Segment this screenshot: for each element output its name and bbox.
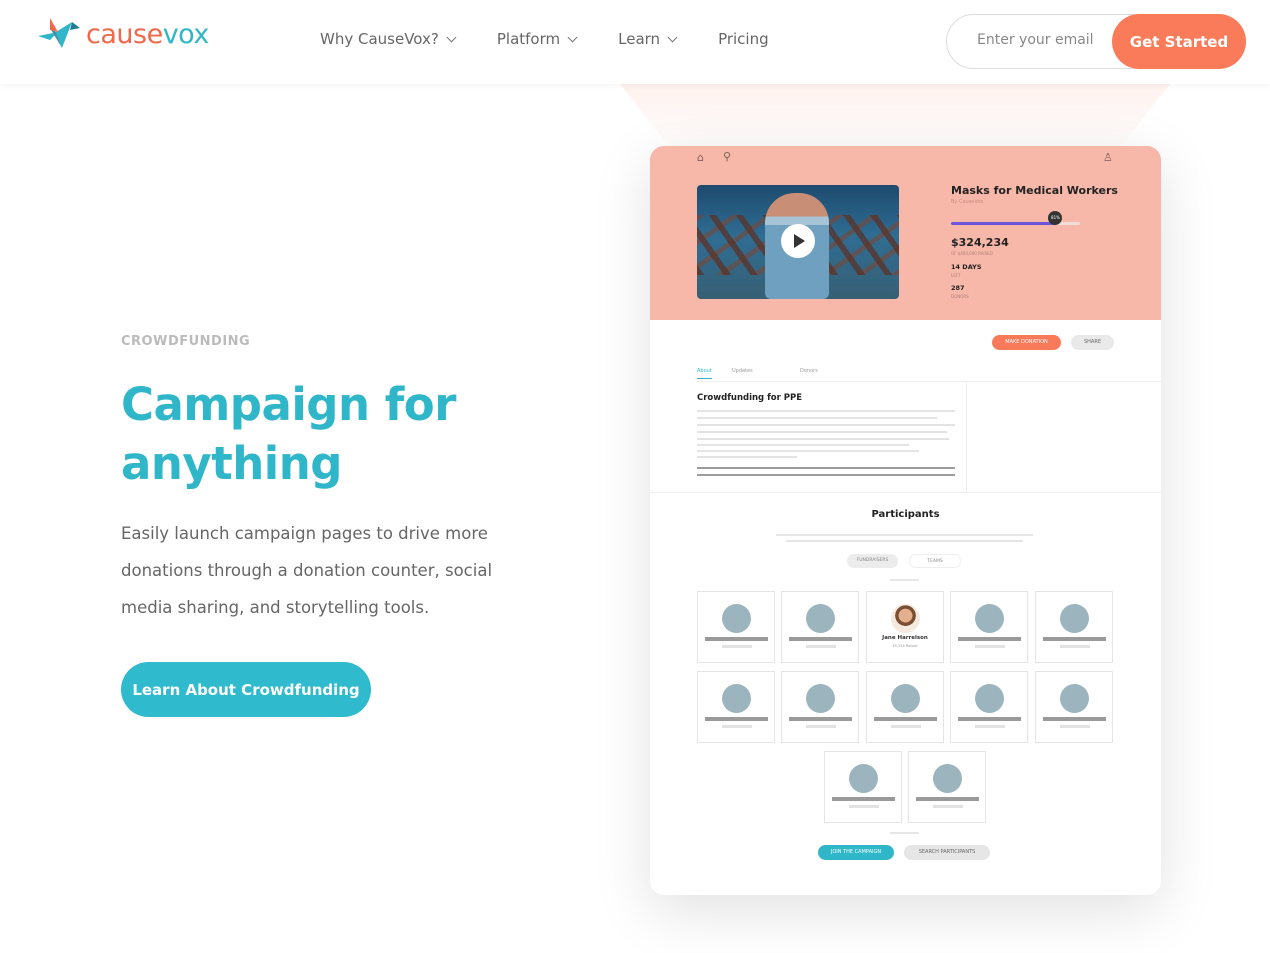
campaign-by: By CauseVox — [951, 199, 984, 205]
donor-sub: DONORS — [951, 294, 969, 299]
avatar — [722, 684, 751, 713]
campaign-title: Masks for Medical Workers — [951, 184, 1118, 197]
avatar-photo — [891, 604, 920, 633]
text-placeholder — [697, 467, 955, 469]
donor-count: 287 — [951, 284, 965, 292]
join-campaign-button[interactable]: JOIN THE CAMPAIGN — [818, 845, 894, 860]
progress-fill — [951, 222, 1056, 225]
text-placeholder — [697, 450, 919, 452]
text-placeholder — [697, 417, 937, 419]
campaign-page-mockup: ⌂ ⚲ ♙ Masks for Medical Workers By Cause… — [650, 146, 1161, 895]
tab-about[interactable]: About — [697, 368, 712, 379]
home-icon: ⌂ — [697, 151, 704, 164]
bird-logo-icon — [38, 18, 80, 48]
user-icon: ♙ — [1103, 151, 1113, 164]
text-placeholder — [697, 431, 947, 433]
nav-platform[interactable]: Platform — [497, 30, 578, 48]
get-started-button[interactable]: Get Started — [1112, 14, 1246, 69]
text-placeholder — [697, 410, 955, 412]
email-signup: Get Started — [946, 14, 1246, 69]
avatar — [806, 684, 835, 713]
participant-card[interactable] — [908, 751, 986, 823]
chevron-down-icon — [667, 32, 678, 42]
nav-pricing[interactable]: Pricing — [718, 30, 769, 48]
logo-wordmark: causevox — [86, 18, 209, 50]
avatar — [1060, 604, 1089, 633]
avatar — [849, 764, 878, 793]
participant-card[interactable] — [824, 751, 902, 823]
about-title: Crowdfunding for PPE — [697, 393, 803, 403]
tab-updates[interactable]: Updates — [732, 368, 753, 374]
campaign-tabs: About Updates Donors — [697, 368, 1161, 382]
hero-eyebrow: CROWDFUNDING — [121, 334, 251, 349]
avatar — [806, 604, 835, 633]
text-placeholder — [697, 456, 797, 458]
tab-donors[interactable]: Donors — [800, 368, 818, 374]
causevox-logo[interactable]: causevox — [36, 18, 209, 50]
avatar — [1060, 684, 1089, 713]
chevron-down-icon — [567, 32, 578, 42]
participant-card-featured[interactable]: Jane Harrelson $5,324 Raised — [866, 591, 944, 663]
site-header: causevox Why CauseVox? Platform Learn Pr… — [0, 0, 1270, 84]
participants-title: Participants — [871, 509, 940, 520]
make-donation-button[interactable]: MAKE DONATION — [992, 335, 1061, 350]
nav-learn[interactable]: Learn — [618, 30, 678, 48]
text-placeholder — [697, 444, 909, 446]
hero-description: Easily launch campaign pages to drive mo… — [121, 524, 493, 617]
avatar — [722, 604, 751, 633]
amount-raised: $324,234 — [951, 236, 1009, 249]
share-button[interactable]: SHARE — [1071, 335, 1114, 350]
text-placeholder — [786, 540, 1023, 542]
main-nav: Why CauseVox? Platform Learn Pricing — [320, 30, 811, 48]
text-placeholder — [697, 424, 955, 426]
text-placeholder — [776, 534, 1033, 536]
progress-bubble: 81% — [1048, 211, 1063, 225]
text-placeholder — [697, 474, 955, 476]
progress-bar: 81% — [951, 211, 1080, 225]
learn-crowdfunding-button[interactable]: Learn About Crowdfunding — [121, 662, 371, 717]
divider — [890, 579, 919, 581]
avatar — [933, 764, 962, 793]
participant-card[interactable] — [950, 591, 1028, 663]
days-left: 14 DAYS — [951, 263, 982, 271]
nav-why-causevox[interactable]: Why CauseVox? — [320, 30, 457, 48]
participant-card[interactable] — [697, 591, 775, 663]
avatar — [891, 684, 920, 713]
play-icon[interactable] — [781, 224, 815, 258]
divider — [966, 382, 967, 492]
participant-name: Jane Harrelson — [882, 635, 928, 641]
search-participants-button[interactable]: SEARCH PARTICIPANTS — [904, 845, 990, 860]
avatar — [975, 684, 1004, 713]
divider — [890, 832, 919, 834]
campaign-header: ⌂ ⚲ ♙ Masks for Medical Workers By Cause… — [650, 146, 1161, 320]
participant-card[interactable] — [1035, 671, 1113, 743]
amount-sub: OF $400,000 RAISED — [951, 251, 993, 256]
text-placeholder — [697, 438, 949, 440]
participant-card[interactable] — [1035, 591, 1113, 663]
participant-card[interactable] — [697, 671, 775, 743]
search-icon: ⚲ — [723, 150, 732, 163]
participant-card[interactable] — [781, 591, 859, 663]
decorative-glow — [620, 84, 1170, 154]
divider — [650, 492, 1161, 493]
segment-teams[interactable]: TEAMS — [909, 554, 961, 568]
chevron-down-icon — [446, 32, 457, 42]
campaign-video[interactable] — [697, 185, 899, 299]
participant-card[interactable] — [781, 671, 859, 743]
participant-card[interactable] — [950, 671, 1028, 743]
segment-fundraisers[interactable]: FUNDRAISERS — [847, 554, 898, 568]
hero-section: CROWDFUNDING Campaign for anything Easil… — [121, 334, 541, 717]
avatar — [975, 604, 1004, 633]
participant-card[interactable] — [866, 671, 944, 743]
days-sub: LEFT — [951, 273, 961, 278]
hero-headline: Campaign for anything — [121, 378, 456, 490]
email-input[interactable] — [977, 32, 1127, 48]
participant-raised: $5,324 Raised — [892, 644, 918, 648]
